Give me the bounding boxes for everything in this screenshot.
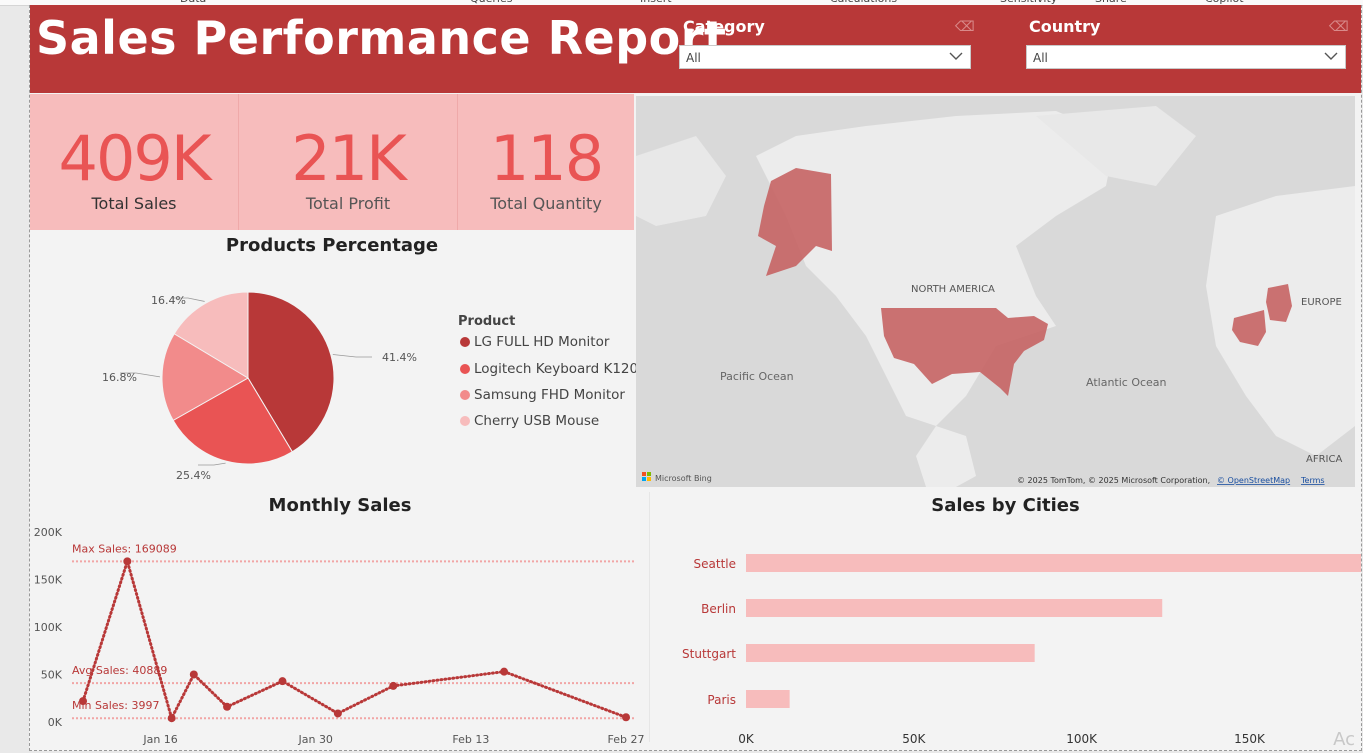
legend-item[interactable]: Samsung FHD Monitor [460,387,625,403]
map-label-europe: EUROPE [1301,297,1342,308]
kpi-card-total-quantity[interactable]: 118 Total Quantity [458,94,634,230]
data-point[interactable] [278,677,287,686]
y-tick-label: 200K [34,526,63,539]
reference-line-label: Avg Sales: 40889 [72,664,167,677]
bing-logo-icon-part [647,472,651,476]
chevron-down-icon [949,52,963,60]
data-point[interactable] [223,702,232,711]
category-dropdown[interactable]: All [679,45,971,69]
legend-dot [460,364,470,374]
legend-label: Logitech Keyboard K120 [474,361,639,377]
map-label-atlantic: Atlantic Ocean [1086,376,1167,389]
data-point[interactable] [389,681,398,690]
pie-data-label: 25.4% [176,469,211,482]
city-label: Paris [707,693,736,707]
sales-line [81,556,628,723]
x-tick-label: Jan 30 [297,733,332,746]
data-point[interactable] [500,667,509,676]
report-header: Sales Performance Report Category ⌫ All … [30,5,1361,93]
kpi-label: Total Profit [305,194,391,213]
map-label-north-america: NORTH AMERICA [911,284,995,295]
legend-label: Samsung FHD Monitor [474,387,625,403]
country-dropdown[interactable]: All [1026,45,1346,69]
activation-watermark: Ac [1333,729,1355,750]
map-attribution: © 2025 TomTom, © 2025 Microsoft Corporat… [1017,476,1210,485]
x-tick-label: Feb 13 [452,733,489,746]
kpi-value: 21K [291,122,407,195]
x-tick-label: Jan 16 [142,733,177,746]
x-tick-label: 150K [1234,732,1266,746]
bing-logo-icon-part [647,477,651,481]
pie-data-label: 41.4% [382,351,417,364]
y-tick-label: 0K [48,716,63,729]
clear-filter-icon[interactable]: ⌫ [955,19,975,35]
country-slicer-label: Country [1029,17,1101,36]
map-label-pacific: Pacific Ocean [720,370,794,383]
legend-item[interactable]: Logitech Keyboard K120 [460,361,638,377]
openstreetmap-link[interactable]: © OpenStreetMap [1217,476,1290,485]
data-point[interactable] [622,713,630,722]
terms-link[interactable]: Terms [1300,476,1325,485]
city-label: Seattle [694,557,736,571]
products-pie-chart[interactable]: 41.4% 25.4% 16.8% 16.4% [30,260,450,490]
legend-item[interactable]: Cherry USB Mouse [460,413,599,429]
category-slicer-label: Category [683,17,765,36]
reference-line-label: Max Sales: 169089 [72,542,177,555]
report-canvas: Sales Performance Report Category ⌫ All … [29,5,1362,751]
kpi-value: 118 [489,122,604,195]
cities-chart-title: Sales by Cities [931,495,1080,516]
bing-logo-icon [642,472,646,476]
kpi-panel: 409K Total Sales 21K Total Profit 118 To… [30,94,634,230]
city-label: Berlin [701,602,736,616]
legend-label: LG FULL HD Monitor [474,334,610,350]
legend-label: Cherry USB Mouse [474,413,600,429]
x-tick-label: 100K [1066,732,1098,746]
legend-dot [460,416,470,426]
country-dropdown-value: All [1033,51,1048,65]
bing-logo-icon-part [642,477,646,481]
legend-dot [460,390,470,400]
y-tick-label: 100K [34,621,63,634]
products-chart-title: Products Percentage [225,235,439,256]
legend-title: Product [458,314,516,329]
city-label: Stuttgart [682,647,736,661]
sales-map[interactable]: NORTH AMERICA EUROPE AFRICA Pacific Ocea… [636,96,1355,487]
category-dropdown-value: All [686,51,701,65]
data-point[interactable] [333,709,342,718]
pie-leader-line [332,354,372,358]
data-point[interactable] [189,670,198,679]
data-point[interactable] [123,557,132,566]
pie-data-label: 16.4% [151,294,186,307]
x-tick-label: Feb 27 [608,733,645,746]
city-bar[interactable] [746,644,1035,662]
kpi-label: Total Sales [91,194,177,213]
kpi-label: Total Quantity [490,194,602,213]
legend-dot [460,337,470,347]
monthly-sales-chart[interactable]: 0K 50K 100K 150K 200K Jan 16 Jan 30 Feb 13 Feb 2… [30,518,648,748]
x-tick-label: 50K [902,732,926,746]
chevron-down-icon [1324,52,1338,60]
city-bar[interactable] [746,690,790,708]
city-bar[interactable] [746,554,1361,572]
y-tick-label: 50K [41,669,63,682]
map-provider: Microsoft Bing [655,474,712,483]
legend-item[interactable]: LG FULL HD Monitor [460,334,609,350]
page-title: Sales Performance Report [36,11,727,65]
kpi-value: 409K [58,122,212,195]
kpi-card-total-sales[interactable]: 409K Total Sales [30,94,238,230]
pie-data-label: 16.8% [102,371,137,384]
x-tick-label: 0K [738,732,755,746]
map-layer: NORTH AMERICA EUROPE AFRICA Pacific Ocea… [636,96,1355,487]
kpi-card-total-profit[interactable]: 21K Total Profit [239,94,457,230]
germany-highlight [1266,284,1292,322]
data-point[interactable] [167,714,176,723]
pie-leader-line [198,462,226,466]
city-bar[interactable] [746,599,1163,617]
monthly-chart-title: Monthly Sales [268,495,412,516]
data-point[interactable] [79,697,87,706]
sales-by-cities-chart[interactable]: Seattle Berlin Stuttgart Paris 0K 50K 100K 150K [650,518,1361,748]
map-label-africa: AFRICA [1306,454,1342,465]
y-tick-label: 150K [34,574,63,587]
clear-filter-icon[interactable]: ⌫ [1329,19,1349,35]
